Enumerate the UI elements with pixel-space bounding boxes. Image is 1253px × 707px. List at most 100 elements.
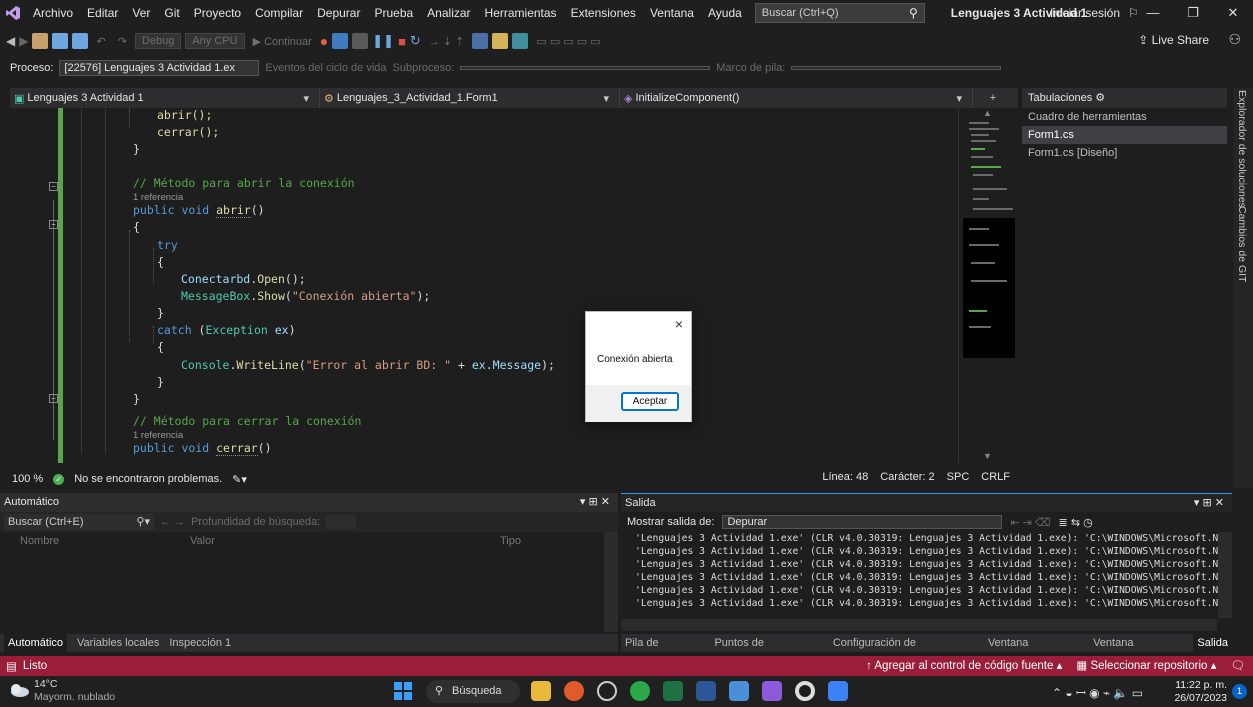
collapse-toggle[interactable]: − [49, 220, 58, 229]
close-button[interactable]: ✕ [1213, 0, 1253, 26]
menu-prueba[interactable]: Prueba [367, 0, 420, 26]
tab-exception-settings[interactable]: Configuración de excepciones [833, 634, 978, 667]
nav-arrows-icon[interactable]: ← → [160, 516, 185, 528]
collapse-toggle[interactable]: − [49, 182, 58, 191]
bookmark-icons[interactable]: ▭ ▭ ▭ ▭ ▭ [532, 35, 604, 48]
restart-icon[interactable]: ↻ [410, 33, 421, 49]
cleanup-icon[interactable]: ✎▾ [232, 473, 247, 486]
diagnostics-icon[interactable] [352, 33, 369, 49]
ok-button[interactable]: Aceptar [621, 392, 679, 411]
member-combo[interactable]: ◈ InitializeComponent() ▾ [620, 88, 973, 108]
dialog-close-button[interactable]: × [675, 316, 683, 332]
word-icon[interactable] [696, 681, 716, 701]
tab-watch-1[interactable]: Inspección 1 [169, 634, 231, 652]
tab-breakpoints[interactable]: Puntos de interrupción [714, 634, 822, 667]
menu-extensiones[interactable]: Extensiones [564, 0, 643, 26]
menu-compilar[interactable]: Compilar [248, 0, 310, 26]
column-header-value[interactable]: Valor [190, 532, 500, 550]
menu-ventana[interactable]: Ventana [643, 0, 701, 26]
whitespace-indicator[interactable]: SPC [947, 471, 970, 483]
tab-git-changes[interactable]: Cambios de GIT [1236, 206, 1248, 282]
tab-toolbox[interactable]: Cuadro de herramientas [1022, 108, 1227, 126]
obs-icon[interactable] [795, 681, 815, 701]
autos-scrollbar[interactable] [604, 532, 618, 632]
notifications-icon[interactable]: 🗨 [1230, 656, 1245, 676]
tab-autos[interactable]: Automático [4, 634, 68, 652]
add-source-control-button[interactable]: ↑ Agregar al control de código fuente ▴ [866, 656, 1062, 676]
menu-archivo[interactable]: Archivo [26, 0, 80, 26]
search-input[interactable]: Buscar (Ctrl+Q) ⚲ [754, 3, 925, 23]
tab-locals[interactable]: Variables locales [77, 634, 159, 652]
search-depth-combo[interactable] [326, 515, 357, 529]
taskbar-search[interactable]: ⚲ Búsqueda [426, 680, 520, 703]
tab-call-stack[interactable]: Pila de llamadas [625, 634, 704, 667]
minimap-viewport[interactable] [963, 218, 1015, 358]
maximize-button[interactable]: ❐ [1173, 0, 1213, 26]
save-icon[interactable] [52, 33, 69, 49]
step-icons[interactable]: → ⇣ ⇡ [425, 35, 469, 48]
class-combo[interactable]: ⚙ Lenguajes_3_Actividad_1.Form1 ▾ [320, 88, 620, 108]
lifecycle-events-button[interactable]: Eventos del ciclo de vida [265, 62, 386, 74]
line-ending-indicator[interactable]: CRLF [981, 471, 1010, 483]
tab-command-window[interactable]: Ventana Comandos [988, 634, 1083, 667]
new-project-icon[interactable] [32, 33, 49, 49]
tab-form1-cs[interactable]: Form1.cs [1022, 126, 1227, 144]
column-header-name[interactable]: Nombre [0, 532, 190, 550]
excel-icon[interactable] [663, 681, 683, 701]
process-combo[interactable]: [22576] Lenguajes 3 Actividad 1.ex [59, 60, 260, 76]
breakpoint-icon[interactable] [472, 33, 489, 49]
problems-status[interactable]: No se encontraron problemas. [74, 473, 222, 485]
git-icon[interactable] [492, 33, 509, 49]
tray-icons[interactable]: ⌃ ◒ ꟷ ◉ ⌁ 🔈 ▭ [1052, 684, 1143, 701]
menu-proyecto[interactable]: Proyecto [187, 0, 248, 26]
pause-icon[interactable]: ❚❚ [372, 33, 394, 49]
output-source-combo[interactable]: Depurar [722, 515, 1003, 529]
menu-analizar[interactable]: Analizar [420, 0, 477, 26]
scroll-up-icon[interactable]: ▲ [983, 108, 992, 118]
live-share-button[interactable]: ⇪ Live Share [1138, 33, 1209, 47]
windows-start-icon[interactable] [393, 681, 413, 701]
output-horizontal-scrollbar[interactable] [621, 619, 1217, 631]
paint-icon[interactable] [729, 681, 749, 701]
tab-output[interactable]: Salida [1193, 634, 1232, 652]
configuration-combo[interactable]: Debug [134, 33, 182, 49]
run-icon[interactable]: ● [320, 33, 328, 49]
autos-search-input[interactable]: Buscar (Ctrl+E) ⚲▾ [4, 514, 154, 530]
tab-form1-designer[interactable]: Form1.cs [Diseño] [1022, 144, 1227, 162]
column-header-type[interactable]: Tipo [500, 532, 580, 550]
thread-combo[interactable] [460, 66, 711, 70]
file-explorer-icon[interactable] [531, 681, 551, 701]
char-indicator[interactable]: Carácter: 2 [880, 471, 934, 483]
panel-controls-icon[interactable]: ▾ ⊞ ✕ [580, 493, 610, 512]
codelens-references[interactable]: 1 referencia [133, 430, 183, 441]
tab-immediate-window[interactable]: Ventana Inmediato [1093, 634, 1183, 667]
firefox-icon[interactable] [564, 681, 584, 701]
tab-solution-explorer[interactable]: Explorador de soluciones [1236, 90, 1248, 208]
save-all-icon[interactable] [72, 33, 89, 49]
codelens-references[interactable]: 1 referencia [133, 192, 183, 203]
word-wrap-icon[interactable]: ≣ ⇆ ◷ [1059, 516, 1093, 529]
menu-editar[interactable]: Editar [80, 0, 125, 26]
forward-icon[interactable]: ▶ [19, 34, 28, 48]
line-indicator[interactable]: Línea: 48 [822, 471, 868, 483]
redo-icon[interactable]: ↷ [114, 35, 131, 48]
minimap-scrollbar[interactable]: ▲ ▼ [958, 108, 1018, 463]
visual-studio-icon[interactable] [762, 681, 782, 701]
split-window-button[interactable]: + [973, 88, 1013, 108]
weather-widget[interactable]: 14°C Mayorm. nublado [34, 678, 115, 704]
collapse-toggle[interactable]: − [49, 394, 58, 403]
cortana-icon[interactable] [597, 681, 617, 701]
select-repository-button[interactable]: ▦ Seleccionar repositorio ▴ [1076, 656, 1216, 676]
whatsapp-icon[interactable] [630, 681, 650, 701]
platform-combo[interactable]: Any CPU [185, 33, 245, 49]
gear-icon[interactable]: ⚙ [1095, 92, 1105, 104]
back-icon[interactable]: ◀ [6, 34, 15, 48]
menu-ver[interactable]: Ver [125, 0, 157, 26]
admin-icon[interactable]: ⚇ [1228, 31, 1241, 48]
running-app-icon[interactable] [828, 681, 848, 701]
menu-git[interactable]: Git [157, 0, 186, 26]
comment-icon[interactable] [512, 33, 529, 49]
code-text-area[interactable]: − − − abrir(); cerrar(); } // Método par… [10, 108, 958, 463]
hot-reload-icon[interactable] [332, 33, 349, 49]
undo-icon[interactable]: ↶ [92, 35, 109, 48]
